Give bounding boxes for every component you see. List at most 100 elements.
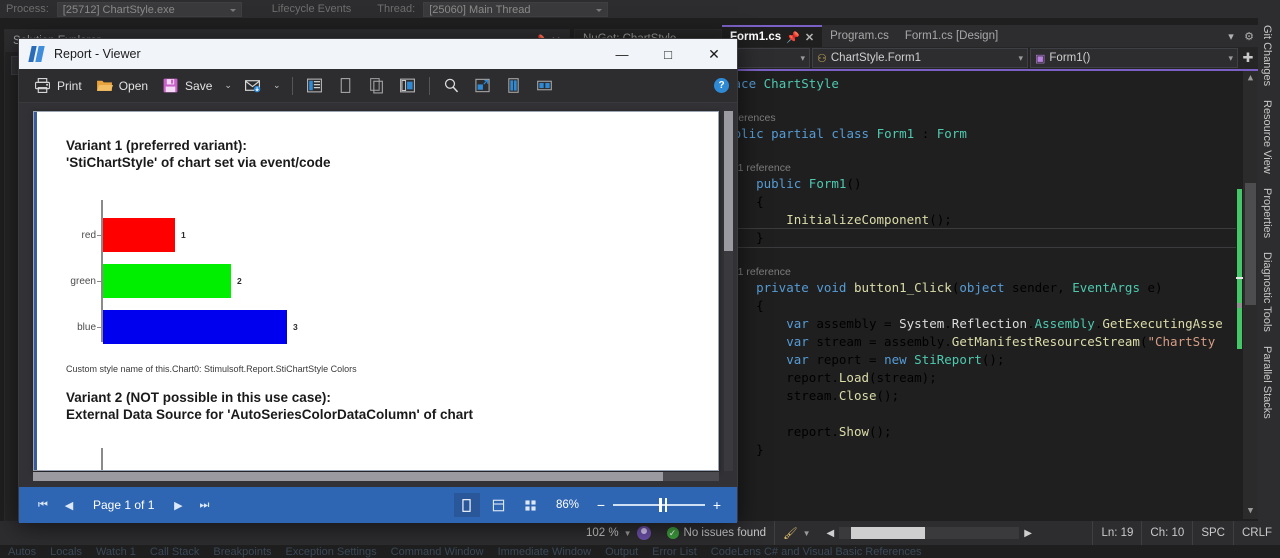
- variant2-heading-line2: External Data Source for 'AutoSeriesColo…: [66, 407, 473, 422]
- chart1-tick-red: [97, 235, 102, 236]
- close-button[interactable]: ✕: [691, 39, 737, 69]
- chart1-value-green: 2: [237, 276, 242, 286]
- lifecycle-events-button[interactable]: Lifecycle Events: [272, 3, 351, 15]
- bar-blue: [103, 310, 287, 344]
- save-floppy-icon: [163, 78, 178, 93]
- save-button[interactable]: Save: [155, 73, 219, 99]
- rail-item-properties[interactable]: Properties: [1258, 181, 1276, 245]
- send-button[interactable]: [237, 73, 268, 99]
- multi-page-mode-button[interactable]: [518, 493, 544, 517]
- save-label: Save: [185, 78, 213, 93]
- intellicode-icon[interactable]: [636, 526, 651, 540]
- rail-item-diagnostic-tools[interactable]: Diagnostic Tools: [1258, 245, 1276, 339]
- status-zoom[interactable]: 102 % ▼: [578, 521, 659, 545]
- status-issues[interactable]: ✓ No issues found: [659, 521, 774, 545]
- chart1-label-red: red: [81, 229, 96, 241]
- thumbnails-button[interactable]: [392, 73, 423, 99]
- page-single-button[interactable]: [330, 73, 361, 99]
- scrollbar-thumb[interactable]: [724, 111, 733, 251]
- code-line: ublic partial class Form1 : Form: [726, 126, 967, 141]
- bottom-tab-0[interactable]: Autos: [8, 546, 36, 558]
- tab-program-cs[interactable]: Program.cs: [822, 25, 897, 47]
- code-line: var assembly = System.Reflection.Assembl…: [786, 316, 1223, 331]
- split-view-icon[interactable]: ✚: [1240, 50, 1256, 66]
- member-combo[interactable]: ▣ Form1() ▾: [1030, 48, 1238, 68]
- viewer-status-bar: ⏮ ◀ Page 1 of 1 ▶ ⏭ 86% − +: [19, 487, 737, 523]
- page-setup-button[interactable]: [498, 73, 529, 99]
- scroll-down-icon[interactable]: ▼: [1243, 504, 1258, 519]
- editor-settings-gear-icon[interactable]: ⚙: [1240, 25, 1258, 47]
- scroll-right-icon[interactable]: ▶: [1024, 528, 1032, 539]
- report-page: Variant 1 (preferred variant): 'StiChart…: [33, 111, 719, 471]
- bottom-tab-1[interactable]: Locals: [50, 546, 82, 558]
- resources-button[interactable]: [529, 73, 560, 99]
- thumbnails-icon: [399, 78, 415, 93]
- tab-overflow-chevron-icon[interactable]: ▾: [1222, 25, 1240, 47]
- single-page-mode-button[interactable]: [453, 493, 480, 517]
- process-combo[interactable]: [25712] ChartStyle.exe: [56, 1, 242, 17]
- status-source-control-progress: ◀ ▶: [819, 521, 1040, 545]
- last-page-button[interactable]: ⏭: [192, 493, 216, 517]
- zoom-in-button[interactable]: +: [709, 497, 725, 513]
- thread-combo[interactable]: [25060] Main Thread: [423, 1, 609, 17]
- bookmarks-button[interactable]: [299, 73, 330, 99]
- scroll-up-icon[interactable]: ▲: [1243, 71, 1258, 86]
- bottom-tab-10[interactable]: CodeLens C# and Visual Basic References: [711, 546, 922, 558]
- chevron-down-icon: ▾: [1018, 52, 1023, 63]
- type-combo[interactable]: ⚇ ChartStyle.Form1 ▾: [812, 48, 1028, 68]
- print-button[interactable]: Print: [27, 73, 89, 99]
- help-button[interactable]: ?: [714, 78, 729, 93]
- previous-page-button[interactable]: ◀: [57, 493, 81, 517]
- chevron-down-icon: ▾: [1228, 52, 1233, 63]
- zoom-slider[interactable]: [613, 498, 705, 512]
- first-page-button[interactable]: ⏮: [31, 493, 55, 517]
- code-line: }: [722, 228, 1258, 248]
- code-text-area[interactable]: pace ChartStyle references ublic partial …: [722, 71, 1258, 519]
- bottom-tab-5[interactable]: Exception Settings: [286, 546, 377, 558]
- find-button[interactable]: [436, 73, 467, 99]
- page-multi-icon: [369, 78, 383, 94]
- right-tool-rail: Git Changes Resource View Properties Dia…: [1258, 18, 1280, 558]
- maximize-button[interactable]: □: [645, 39, 691, 69]
- scrollbar-thumb[interactable]: [1245, 183, 1256, 305]
- editor-vertical-scrollbar[interactable]: ▲ ▼: [1243, 71, 1258, 519]
- rail-item-resource-view[interactable]: Resource View: [1258, 93, 1276, 181]
- canvas-vertical-scrollbar[interactable]: [724, 111, 733, 471]
- status-indentation[interactable]: SPC: [1192, 521, 1233, 545]
- next-page-button[interactable]: ▶: [166, 493, 190, 517]
- bottom-tab-9[interactable]: Error List: [652, 546, 697, 558]
- fullscreen-button[interactable]: [467, 73, 498, 99]
- bottom-tab-6[interactable]: Command Window: [391, 546, 484, 558]
- continuous-mode-button[interactable]: [486, 493, 512, 517]
- bottom-tab-3[interactable]: Call Stack: [150, 546, 200, 558]
- chart2-bar-white: white 1: [103, 470, 169, 471]
- tab-label: Form1.cs [Design]: [904, 30, 999, 42]
- bottom-tab-2[interactable]: Watch 1: [96, 546, 136, 558]
- status-line-endings[interactable]: CRLF: [1232, 521, 1280, 545]
- viewer-titlebar[interactable]: Report - Viewer — □ ✕: [19, 39, 737, 69]
- tab-label: Program.cs: [830, 30, 889, 42]
- scrollbar-thumb[interactable]: [33, 472, 663, 481]
- page-multi-button[interactable]: [361, 73, 392, 99]
- screen-root: Process: [25712] ChartStyle.exe Lifecycl…: [0, 0, 1280, 558]
- bottom-tab-4[interactable]: Breakpoints: [213, 546, 271, 558]
- editor-navigation-bar: ▾ ⚇ ChartStyle.Form1 ▾ ▣ Form1() ▾ ✚: [722, 47, 1258, 71]
- open-button[interactable]: Open: [89, 73, 155, 99]
- send-dropdown-caret-icon[interactable]: ⌄: [268, 73, 286, 99]
- zoom-out-button[interactable]: −: [593, 497, 609, 513]
- tab-form1-design[interactable]: Form1.cs [Design]: [896, 25, 1007, 47]
- bottom-tab-7[interactable]: Immediate Window: [498, 546, 592, 558]
- scroll-left-icon[interactable]: ◀: [827, 528, 835, 539]
- minimize-button[interactable]: —: [599, 39, 645, 69]
- rail-item-git-changes[interactable]: Git Changes: [1258, 18, 1276, 93]
- pin-icon[interactable]: 📌: [786, 31, 800, 44]
- code-line: var report = new StiReport();: [786, 352, 1005, 367]
- rail-item-parallel-stacks[interactable]: Parallel Stacks: [1258, 339, 1276, 426]
- status-feedback[interactable]: 🖌 ▼: [774, 521, 819, 545]
- bottom-tab-8[interactable]: Output: [605, 546, 638, 558]
- close-icon[interactable]: ✕: [805, 31, 814, 44]
- zoom-slider-thumb[interactable]: [659, 498, 662, 512]
- save-dropdown-caret-icon[interactable]: ⌄: [219, 73, 237, 99]
- canvas-horizontal-scrollbar[interactable]: [33, 472, 719, 481]
